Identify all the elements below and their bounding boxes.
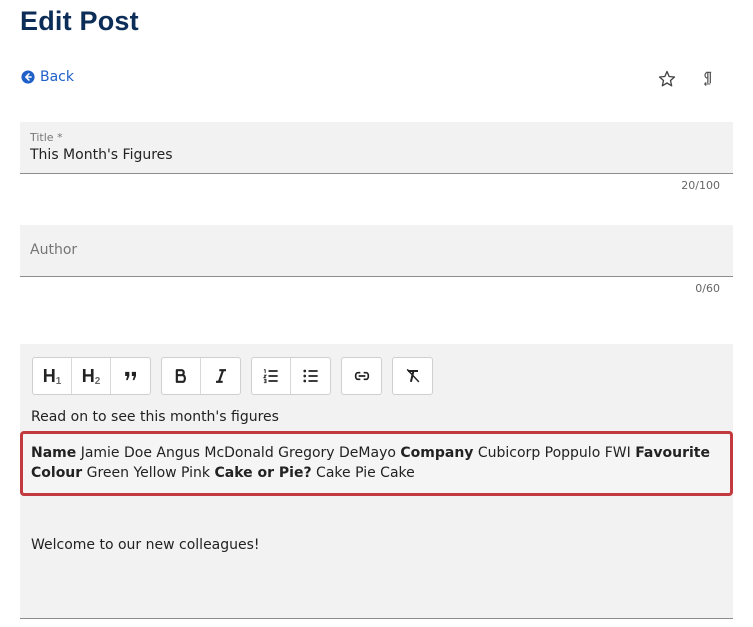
heading-1-button[interactable]: H1: [33, 358, 72, 394]
heading-1-icon: H1: [42, 365, 62, 387]
table-content: Name Jamie Doe Angus McDonald Gregory De…: [31, 443, 721, 483]
pilcrow-icon[interactable]: [697, 69, 717, 89]
editor-paragraph[interactable]: Read on to see this month's figures: [31, 409, 279, 425]
cakes-values: Cake Pie Cake: [311, 465, 415, 481]
names-values: Jamie Doe Angus McDonald Gregory DeMayo: [76, 445, 401, 461]
bullet-list-icon: [302, 369, 318, 383]
rich-text-editor[interactable]: H1 H2 Read on to see this month's figure…: [20, 344, 733, 619]
column-header-cake: Cake or Pie?: [214, 465, 312, 481]
heading-2-icon: H2: [81, 365, 101, 387]
title-input[interactable]: This Month's Figures: [30, 147, 173, 163]
star-icon[interactable]: [657, 69, 677, 89]
bullet-list-button[interactable]: [291, 358, 330, 394]
toolbar-group-clear: [392, 357, 433, 395]
bold-button[interactable]: [162, 358, 201, 394]
column-header-name: Name: [31, 445, 77, 461]
ordered-list-button[interactable]: [252, 358, 291, 394]
back-label: Back: [40, 69, 74, 85]
title-label: Title *: [30, 131, 63, 144]
arrow-left-circle-icon: [21, 70, 35, 84]
back-link[interactable]: Back: [21, 69, 74, 85]
toolbar-group-lists: [251, 357, 331, 395]
toolbar-group-link: [341, 357, 382, 395]
author-char-counter: 0/60: [695, 282, 720, 295]
ordered-list-icon: [262, 369, 278, 384]
page-title: Edit Post: [20, 6, 139, 36]
column-header-company: Company: [400, 445, 474, 461]
quote-icon: [124, 371, 136, 381]
italic-icon: [215, 369, 226, 383]
title-char-counter: 20/100: [681, 179, 720, 192]
author-input[interactable]: Author: [30, 242, 77, 258]
highlighted-table-block[interactable]: Name Jamie Doe Angus McDonald Gregory De…: [20, 431, 733, 496]
colours-values: Green Yellow Pink: [82, 465, 215, 481]
toolbar-group-text-style: [161, 357, 241, 395]
clear-formatting-icon: [406, 368, 419, 383]
toolbar-group-headings: H1 H2: [32, 357, 151, 395]
companies-values: Cubicorp Poppulo FWI: [473, 445, 636, 461]
link-icon: [354, 371, 369, 381]
link-button[interactable]: [342, 358, 381, 394]
blockquote-button[interactable]: [111, 358, 150, 394]
title-field[interactable]: Title * This Month's Figures: [20, 122, 733, 174]
clear-formatting-button[interactable]: [393, 358, 432, 394]
bold-icon: [175, 369, 186, 383]
heading-2-button[interactable]: H2: [72, 358, 111, 394]
author-field[interactable]: Author: [20, 225, 733, 277]
editor-paragraph-welcome[interactable]: Welcome to our new colleagues!: [31, 537, 260, 553]
italic-button[interactable]: [201, 358, 240, 394]
